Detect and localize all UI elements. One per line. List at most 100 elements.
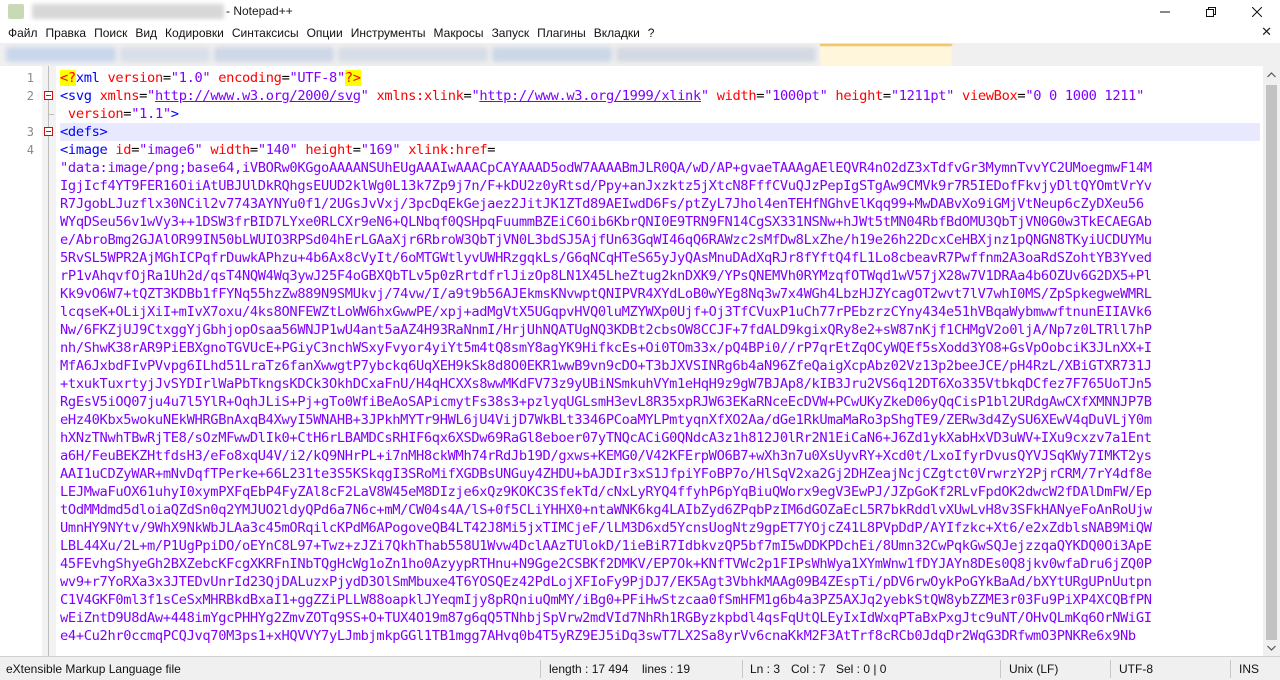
line-number xyxy=(0,591,34,609)
scroll-thumb[interactable] xyxy=(1266,85,1277,640)
code-token: "0 0 1000 1211" xyxy=(1025,88,1144,104)
fold-guide xyxy=(48,66,49,656)
code-line[interactable]: Kk9vO6W7+tQZT3KDBb1fFYNq55hzZw889N9SMUkv… xyxy=(60,285,1260,303)
restore-icon xyxy=(1206,6,1216,17)
code-line[interactable]: a6H/FeuBEKZHtfdsH3/eFo8xqU4V/i2/kQ9NHrPL… xyxy=(60,447,1260,465)
menu-encoding[interactable]: Кодировки xyxy=(161,23,228,43)
code-line[interactable]: 45FEvhgShyeGh2BXZebcKFcgXKRFnINbTQgHcWg1… xyxy=(60,555,1260,573)
code-line[interactable]: hXNzTNwhTBwRjTE8/sOzMFwwDlIk0+CtH6rLBAMD… xyxy=(60,429,1260,447)
code-line[interactable]: +txukTuxrtyjJvSYDIrlWaPbTkngsKDCk3OkhDCx… xyxy=(60,375,1260,393)
code-line[interactable]: lcqseK+OLijXiI+mIvX7oxu/4ks8ONFEWZtLoWW6… xyxy=(60,303,1260,321)
status-sel[interactable]: Sel : 0 | 0 xyxy=(836,657,886,680)
code-token: width xyxy=(716,88,757,104)
code-line[interactable]: 5RvSL5WPR2AjMGhICPqfrDuwkAPhzu+4b6Ax8cVy… xyxy=(60,249,1260,267)
status-insert-mode[interactable]: INS xyxy=(1239,657,1259,680)
code-line[interactable]: e4+Cu2hr0ccmqPCQJvq70M3ps1+xHQVVY7yLJmbj… xyxy=(60,627,1260,645)
code-line[interactable]: UmnHY9NYtv/9WhX9NkWbJLAa3c45mORqilcKPdM6… xyxy=(60,519,1260,537)
active-tab-blurred[interactable] xyxy=(820,44,952,66)
code-line[interactable]: wEiZntD9U8dAw+448imYgcPHHYg2ZmvZOTq9SS+O… xyxy=(60,609,1260,627)
code-token: viewBox xyxy=(962,88,1018,104)
menu-search[interactable]: Поиск xyxy=(90,23,131,43)
line-number xyxy=(0,285,34,303)
line-number xyxy=(0,267,34,285)
fold-margin[interactable] xyxy=(42,66,56,656)
status-eol[interactable]: Unix (LF) xyxy=(1009,657,1058,680)
code-token: nh/ShwK38rAR9PiEBXgnoTGVUcE+PGiyC3nchWSx… xyxy=(60,340,1152,356)
menu-window[interactable]: Вкладки xyxy=(590,23,644,43)
code-token: = xyxy=(249,142,258,158)
toolbar-buttons-blurred xyxy=(214,47,334,62)
code-token: "data:image/png;base64,iVBORw0KGgoAAAANS… xyxy=(60,160,1152,176)
line-number xyxy=(0,159,34,177)
code-line[interactable]: WYqDSeu56v1wVy3++1DSW3frBID7LYxe0RLCXr9e… xyxy=(60,213,1260,231)
code-line[interactable]: LEJMwaFuOX61uhyI0xymPXFqEbP4FyZAl8cF2LaV… xyxy=(60,483,1260,501)
line-number xyxy=(0,249,34,267)
menu-macro[interactable]: Макросы xyxy=(430,23,488,43)
scroll-down-button[interactable] xyxy=(1263,639,1280,656)
code-line[interactable]: eHz40Kbx5wokuNEkWHRGBnAxqB4XwyI5WNAHB+3J… xyxy=(60,411,1260,429)
menu-tools[interactable]: Инструменты xyxy=(347,23,430,43)
code-line[interactable]: R7JgobLJuzflx30NCil2v7743AYNYu0f1/2UGsJv… xyxy=(60,195,1260,213)
menu-settings[interactable]: Опции xyxy=(303,23,347,43)
code-line[interactable]: tOdMMdmd5dloiaQZdSn0q2YMJUO2ldyQPd6a7N6c… xyxy=(60,501,1260,519)
status-col[interactable]: Col : 7 xyxy=(791,657,826,680)
code-token: 45FEvhgShyeGh2BXZebcKFcgXKRFnINbTQgHcWg1… xyxy=(60,556,1152,572)
code-line[interactable]: AAI1uCDZyWAR+mNvDqfTPerke+66L231te3S5KSk… xyxy=(60,465,1260,483)
code-line[interactable]: C1V4GKF0ml3f1sCeSxMHRBkdBxaI1+ggZZiPLLW8… xyxy=(60,591,1260,609)
code-token: tOdMMdmd5dloiaQZdSn0q2YMJUO2ldyQPd6a7N6c… xyxy=(60,502,1152,518)
line-number xyxy=(0,339,34,357)
minimize-button[interactable] xyxy=(1142,0,1188,23)
status-encoding[interactable]: UTF-8 xyxy=(1119,657,1153,680)
code-line[interactable]: IgjIcf4YT9FER16OiiAtUBJUlDkRQhgsEUUD2klW… xyxy=(60,177,1260,195)
code-url[interactable]: http://www.w3.org/1999/xlink xyxy=(479,88,701,104)
code-token: "UTF-8" xyxy=(289,70,345,86)
menu-plugins[interactable]: Плагины xyxy=(533,23,590,43)
scroll-up-button[interactable] xyxy=(1263,66,1280,83)
status-length: length : 17 494 xyxy=(549,662,629,676)
menu-run[interactable]: Запуск xyxy=(488,23,534,43)
editor-area[interactable]: 1234 <?xml version="1.0" encoding="UTF-8… xyxy=(0,66,1280,656)
menu-view[interactable]: Вид xyxy=(131,23,161,43)
code-line[interactable]: MfA6JxbdFIvPVvpg6ILhd51LraTz6fanXwwgtP7y… xyxy=(60,357,1260,375)
menu-file[interactable]: Файл xyxy=(4,23,42,43)
code-token: " xyxy=(700,88,709,104)
code-token: e/AbroBmg2GJAlOR99IN50bLWUIO3RPSd04hErLG… xyxy=(60,232,1152,248)
code-token: "169" xyxy=(360,142,401,158)
code-token: > xyxy=(170,106,179,122)
code-line[interactable]: wv9+r7YoRXa3x3JTEDvUnrId23QjDALuzxPjydD3… xyxy=(60,573,1260,591)
menu-help[interactable]: ? xyxy=(644,23,659,43)
toolbar-buttons-blurred xyxy=(120,47,210,62)
close-document-button[interactable]: ✕ xyxy=(1261,23,1272,43)
menu-edit[interactable]: Правка xyxy=(42,23,91,43)
code-line[interactable]: <defs> xyxy=(60,123,1260,141)
code-line[interactable]: <image id="image6" width="140" height="1… xyxy=(60,141,1260,159)
code-line[interactable]: Nw/6FKZjUJ9CtxggYjGbhjopOsaa56WNJP1wU4an… xyxy=(60,321,1260,339)
fold-minus-icon[interactable] xyxy=(44,127,53,136)
code-line[interactable]: RgEsV5iOQ07ju4u7l5YlR+OqhJLiS+Pj+gTo0Wfi… xyxy=(60,393,1260,411)
code-token: "1.0" xyxy=(170,70,211,86)
code-line[interactable]: LBL44Xu/2L+m/P1UgPpiDO/oEYnC8L97+Twz+zJZ… xyxy=(60,537,1260,555)
code-url[interactable]: http://www.w3.org/2000/svg xyxy=(155,88,361,104)
arrow-down-icon xyxy=(1267,645,1276,651)
line-number xyxy=(0,375,34,393)
code-text[interactable]: <?xml version="1.0" encoding="UTF-8"?> <s… xyxy=(60,69,1260,645)
code-token: MfA6JxbdFIvPVvpg6ILhd51LraTz6fanXwwgtP7y… xyxy=(60,358,1152,374)
status-ln[interactable]: Ln : 3 xyxy=(750,657,780,680)
fold-minus-icon[interactable] xyxy=(44,91,53,100)
code-token: wv9+r7YoRXa3x3JTEDvUnrId23QjDALuzxPjydD3… xyxy=(60,574,1152,590)
code-line[interactable]: rP1vAhqvfOjRa1Uh2d/qsT4NQW4Wq3ywJ25F4oGB… xyxy=(60,267,1260,285)
menu-language[interactable]: Синтаксисы xyxy=(228,23,303,43)
code-line[interactable]: <svg xmlns="http://www.w3.org/2000/svg" … xyxy=(60,87,1260,105)
code-line[interactable]: nh/ShwK38rAR9PiEBXgnoTGVUcE+PGiyC3nchWSx… xyxy=(60,339,1260,357)
toolbar-buttons-blurred xyxy=(6,47,116,62)
code-line[interactable]: "data:image/png;base64,iVBORw0KGgoAAAANS… xyxy=(60,159,1260,177)
code-line[interactable]: e/AbroBmg2GJAlOR99IN50bLWUIO3RPSd04hErLG… xyxy=(60,231,1260,249)
code-token: 5RvSL5WPR2AjMGhICPqfrDuwkAPhzu+4b6Ax8cVy… xyxy=(60,250,1152,266)
restore-button[interactable] xyxy=(1188,0,1234,23)
code-line[interactable]: <?xml version="1.0" encoding="UTF-8"?> xyxy=(60,69,1260,87)
line-number xyxy=(0,411,34,429)
line-number xyxy=(0,357,34,375)
vertical-scrollbar[interactable] xyxy=(1263,66,1280,656)
code-line[interactable]: version="1.1"> xyxy=(60,105,1260,123)
close-button[interactable] xyxy=(1234,0,1280,23)
